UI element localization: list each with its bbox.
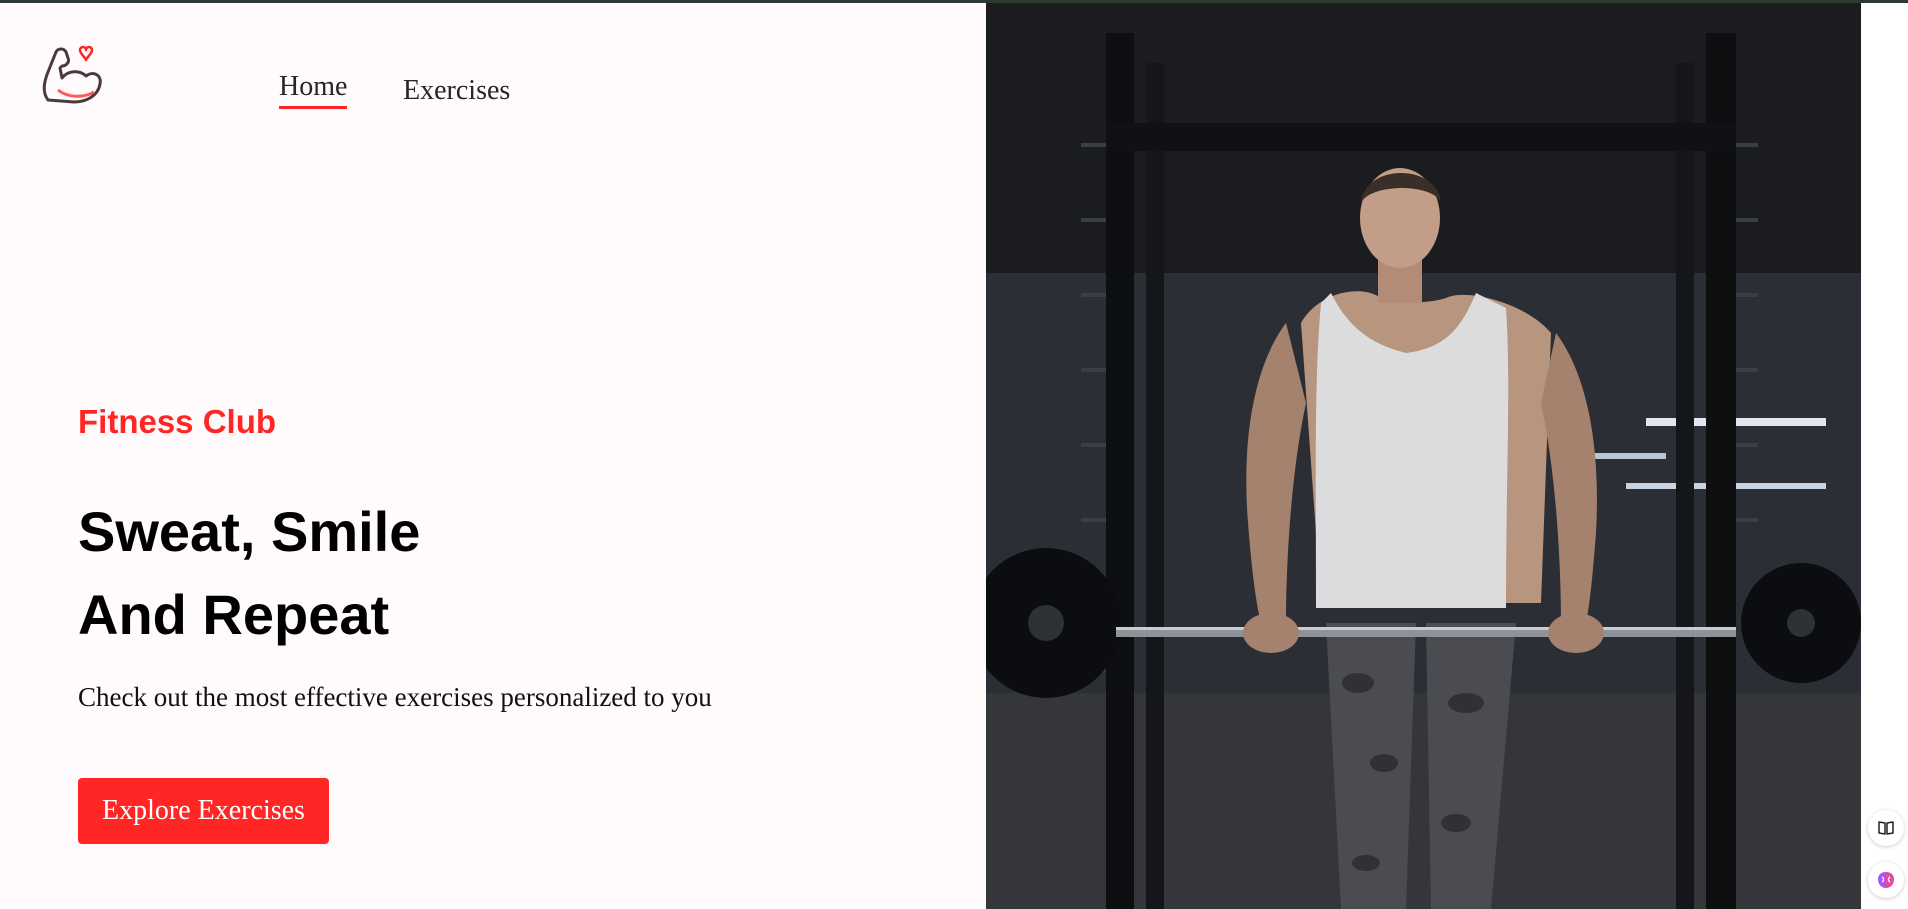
flexed-arm-heart-icon[interactable] (38, 40, 104, 108)
explore-exercises-button[interactable]: Explore Exercises (78, 778, 329, 844)
hero-banner-image (986, 3, 1861, 909)
hero-title-line-2: And Repeat (78, 583, 390, 646)
hero-subtitle: Check out the most effective exercises p… (78, 682, 712, 712)
gym-barbell-photo (986, 3, 1861, 909)
right-edge-strip (1861, 3, 1908, 909)
nav-link-exercises[interactable]: Exercises (403, 74, 510, 108)
nav-link-home[interactable]: Home (279, 70, 348, 109)
hero-title-line-1: Sweat, Smile (78, 500, 421, 563)
hero-kicker: Fitness Club (78, 403, 277, 440)
hero-title: Sweat, Smile And Repeat (78, 490, 420, 656)
book-icon[interactable] (1868, 810, 1904, 846)
brain-icon[interactable] (1868, 862, 1904, 898)
